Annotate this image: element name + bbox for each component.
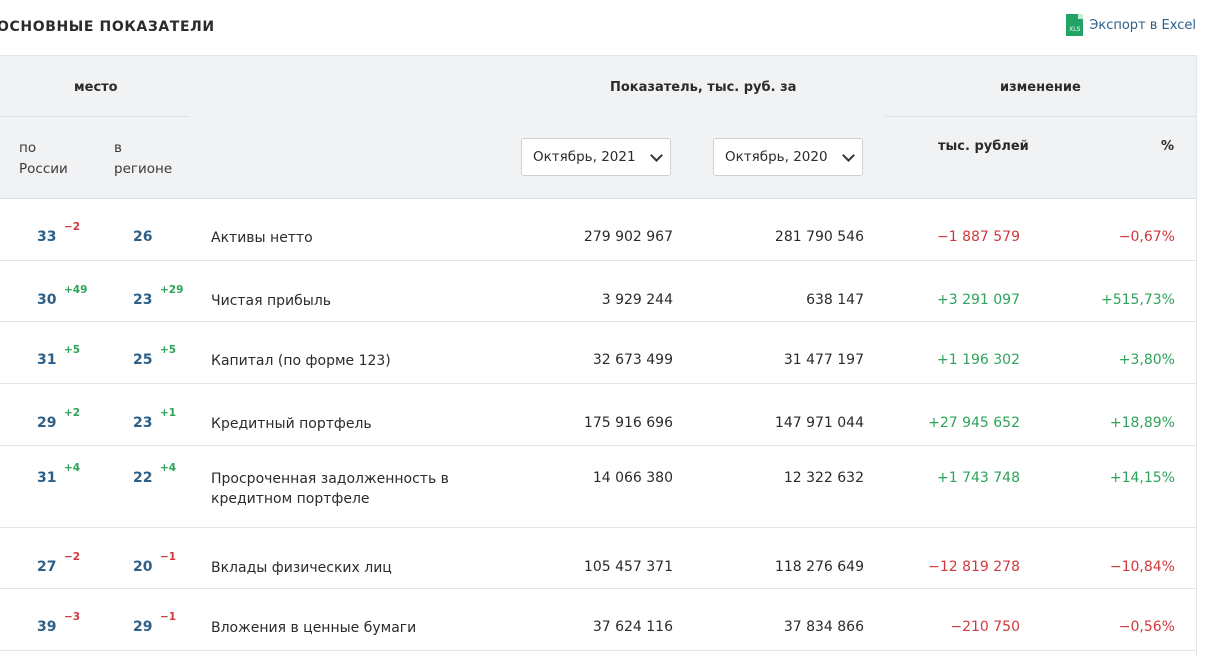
chevron-down-icon bbox=[650, 149, 663, 162]
change-rub: +1 743 748 bbox=[937, 470, 1020, 486]
change-rub: +3 291 097 bbox=[937, 292, 1020, 308]
value-period2: 147 971 044 bbox=[774, 415, 864, 431]
rank-russia: 33 bbox=[37, 229, 57, 245]
value-period1: 37 624 116 bbox=[592, 619, 673, 635]
header-pokazatel: Показатель, тыс. руб. за bbox=[610, 80, 797, 95]
indicator-name[interactable]: Активы нетто bbox=[211, 228, 471, 248]
header-mesto: место bbox=[74, 80, 118, 95]
rank-russia: 39 bbox=[37, 619, 57, 635]
value-period2: 12 322 632 bbox=[783, 470, 864, 486]
change-pct: +515,73% bbox=[1100, 292, 1175, 308]
value-period2: 118 276 649 bbox=[774, 559, 864, 575]
value-period1: 105 457 371 bbox=[583, 559, 673, 575]
indicator-name[interactable]: Чистая прибыль bbox=[211, 291, 471, 311]
value-period2: 638 147 bbox=[806, 292, 864, 308]
table-row[interactable]: 29 +2 23 +1 Кредитный портфель 175 916 696 147… bbox=[0, 384, 1196, 446]
change-rub: +27 945 652 bbox=[928, 415, 1020, 431]
header-divider bbox=[0, 116, 190, 117]
rank-russia: 29 bbox=[37, 415, 57, 431]
table-row[interactable]: 30 +49 23 +29 Чистая прибыль 3 929 244 638 147… bbox=[0, 261, 1196, 322]
rank-russia: 27 bbox=[37, 559, 57, 575]
value-period1: 14 066 380 bbox=[592, 470, 673, 486]
rank-region: 23 bbox=[133, 415, 153, 431]
rank-region-delta: +5 bbox=[160, 344, 177, 356]
period2-select[interactable]: Октябрь, 2020 bbox=[713, 138, 863, 176]
value-period1: 3 929 244 bbox=[601, 292, 673, 308]
period1-select[interactable]: Октябрь, 2021 bbox=[521, 138, 671, 176]
change-pct: −10,84% bbox=[1109, 559, 1175, 575]
export-excel-link[interactable]: XLS Экспорт в Excel bbox=[1066, 14, 1196, 36]
value-period1: 279 902 967 bbox=[583, 229, 673, 245]
header-change-pct: % bbox=[1160, 139, 1174, 154]
rank-region-delta: −1 bbox=[160, 551, 177, 563]
rank-region: 26 bbox=[133, 229, 153, 245]
rank-russia: 30 bbox=[37, 292, 57, 308]
header-rank-region: в регионе bbox=[114, 140, 173, 177]
value-period1: 32 673 499 bbox=[592, 352, 673, 368]
xls-icon-text: XLS bbox=[1069, 26, 1081, 33]
indicators-table: место Показатель, тыс. руб. за изменение… bbox=[0, 55, 1197, 656]
table-row[interactable]: 39 −3 29 −1 Вложения в ценные бумаги 37 624 1… bbox=[0, 589, 1196, 651]
table-row[interactable]: 27 −2 20 −1 Вклады физических лиц 105 457 371… bbox=[0, 528, 1196, 589]
change-pct: +14,15% bbox=[1109, 470, 1175, 486]
change-pct: +3,80% bbox=[1118, 352, 1175, 368]
indicator-name[interactable]: Капитал (по форме 123) bbox=[211, 351, 471, 371]
rank-region: 20 bbox=[133, 559, 153, 575]
indicator-name[interactable]: Вложения в ценные бумаги bbox=[211, 618, 471, 638]
page-title: ОСНОВНЫЕ ПОКАЗАТЕЛИ bbox=[0, 19, 215, 35]
rank-region: 23 bbox=[133, 292, 153, 308]
indicator-name[interactable]: Просроченная задолженность в кредитном п… bbox=[211, 469, 471, 509]
period1-value: Октябрь, 2021 bbox=[533, 149, 636, 165]
header-change-rub: тыс. рублей bbox=[938, 139, 1029, 154]
value-period2: 37 834 866 bbox=[783, 619, 864, 635]
table-row[interactable]: 33 −2 26 Активы нетто 279 902 967 281 790 546… bbox=[0, 199, 1196, 261]
change-pct: −0,67% bbox=[1118, 229, 1175, 245]
rank-russia-delta: −3 bbox=[64, 611, 81, 623]
change-rub: −1 887 579 bbox=[937, 229, 1020, 245]
chevron-down-icon bbox=[842, 149, 855, 162]
indicator-name[interactable]: Кредитный портфель bbox=[211, 414, 471, 434]
rank-region-delta: +1 bbox=[160, 407, 177, 419]
rank-region: 25 bbox=[133, 352, 153, 368]
export-excel-label: Экспорт в Excel bbox=[1089, 17, 1196, 33]
xls-file-icon: XLS bbox=[1066, 14, 1084, 36]
indicator-name[interactable]: Вклады физических лиц bbox=[211, 558, 471, 578]
period2-value: Октябрь, 2020 bbox=[725, 149, 828, 165]
rank-russia-delta: +2 bbox=[64, 407, 81, 419]
change-rub: −12 819 278 bbox=[928, 559, 1020, 575]
change-rub: −210 750 bbox=[950, 619, 1020, 635]
rank-russia-delta: +5 bbox=[64, 344, 81, 356]
rank-russia-delta: −2 bbox=[64, 221, 81, 233]
header-divider bbox=[885, 116, 1196, 117]
table-row[interactable]: 31 +4 22 +4 Просроченная задолженность в кре… bbox=[0, 446, 1196, 528]
rank-russia-delta: +4 bbox=[64, 462, 81, 474]
rank-region: 22 bbox=[133, 470, 153, 486]
rank-russia-delta: −2 bbox=[64, 551, 81, 563]
table-header: место Показатель, тыс. руб. за изменение… bbox=[0, 56, 1196, 199]
change-rub: +1 196 302 bbox=[937, 352, 1020, 368]
change-pct: −0,56% bbox=[1118, 619, 1175, 635]
header-rank-russia: по России bbox=[19, 140, 68, 177]
value-period2: 31 477 197 bbox=[783, 352, 864, 368]
header-change: изменение bbox=[1000, 80, 1081, 95]
rank-russia: 31 bbox=[37, 352, 57, 368]
rank-region: 29 bbox=[133, 619, 153, 635]
rank-russia: 31 bbox=[37, 470, 57, 486]
change-pct: +18,89% bbox=[1109, 415, 1175, 431]
table-row[interactable]: 31 +5 25 +5 Капитал (по форме 123) 32 673 499… bbox=[0, 322, 1196, 384]
rank-russia-delta: +49 bbox=[64, 284, 88, 296]
rank-region-delta: −1 bbox=[160, 611, 177, 623]
value-period1: 175 916 696 bbox=[583, 415, 673, 431]
rank-region-delta: +4 bbox=[160, 462, 177, 474]
value-period2: 281 790 546 bbox=[774, 229, 864, 245]
rank-region-delta: +29 bbox=[160, 284, 184, 296]
